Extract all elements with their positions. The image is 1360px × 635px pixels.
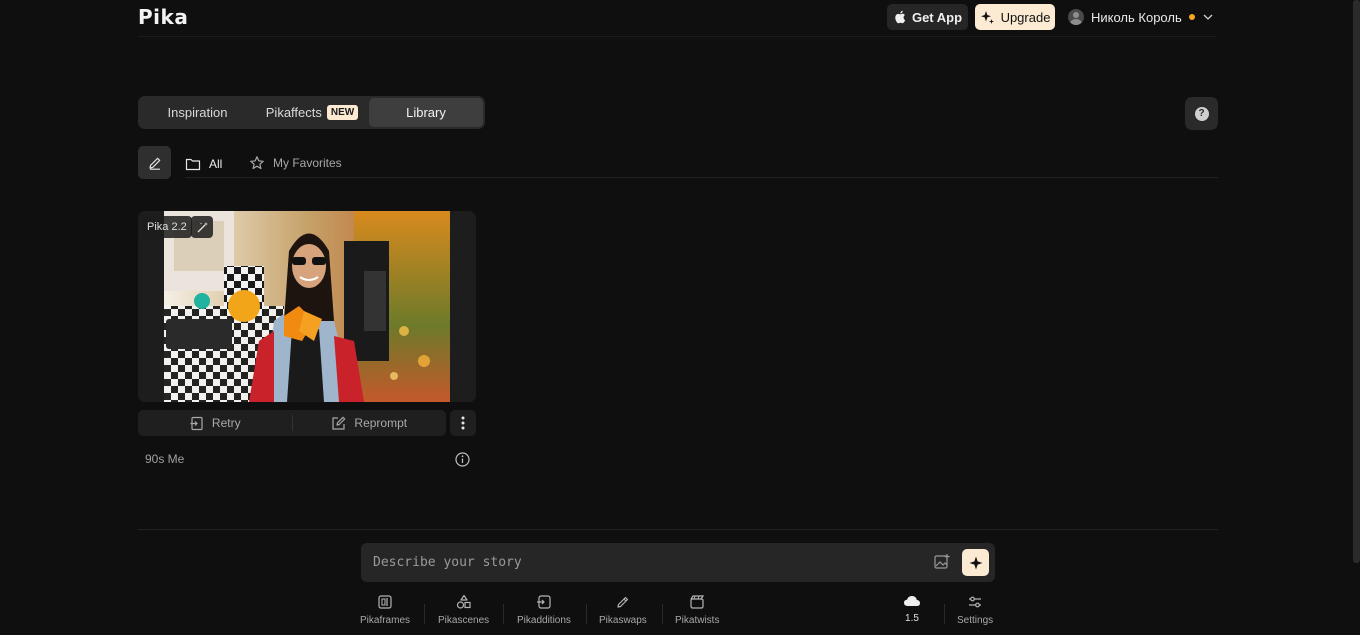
star-icon xyxy=(250,156,264,170)
tab-library[interactable]: Library xyxy=(369,98,483,127)
tool-divider xyxy=(503,604,504,624)
status-dot xyxy=(1188,14,1195,20)
tab-pikaffects[interactable]: Pikaffects NEW xyxy=(255,98,369,127)
tool-pikadditions[interactable]: Pikadditions xyxy=(517,594,571,626)
edit-button[interactable] xyxy=(138,146,171,179)
tool-label: Pikascenes xyxy=(438,615,490,626)
pika-logo[interactable]: Pika xyxy=(138,5,188,29)
tab-pikaffects-label: Pikaffects xyxy=(265,105,322,120)
tool-label: Pikaframes xyxy=(360,615,411,626)
prompt-input[interactable] xyxy=(373,543,913,582)
tool-pikatwists[interactable]: Pikatwists xyxy=(675,594,719,626)
magic-wand-icon xyxy=(197,221,208,232)
tool-pikaswaps[interactable]: Pikaswaps xyxy=(599,594,647,626)
reprompt-button[interactable]: Reprompt xyxy=(293,410,447,436)
model-version-selector[interactable]: 1.5 xyxy=(903,594,921,624)
retry-label: Retry xyxy=(211,416,241,430)
model-tag: Pika 2.2 xyxy=(142,216,192,238)
tool-label: Pikatwists xyxy=(675,615,720,626)
scrollbar[interactable] xyxy=(1353,0,1360,563)
cloud-icon xyxy=(904,596,920,606)
more-options-button[interactable] xyxy=(450,410,476,436)
twists-icon xyxy=(690,595,705,609)
help-button[interactable]: ? xyxy=(1185,97,1218,130)
filter-favorites-label: My Favorites xyxy=(273,156,342,170)
video-card[interactable]: Pika 2.2 xyxy=(138,211,476,402)
question-circle-icon: ? xyxy=(1194,106,1209,121)
pencil-icon xyxy=(148,157,160,170)
app-root: Pika Get App Upgrade Николь Король Inspi… xyxy=(0,0,1360,635)
reprompt-label: Reprompt xyxy=(354,416,408,430)
user-menu[interactable]: Николь Король xyxy=(1068,6,1214,28)
tool-pikaframes[interactable]: Pikaframes xyxy=(360,594,410,626)
tab-inspiration-label: Inspiration xyxy=(167,105,228,120)
tool-label: Pikaswaps xyxy=(599,615,647,626)
video-thumbnail[interactable] xyxy=(164,211,450,402)
tab-library-label: Library xyxy=(406,105,446,120)
model-version-label: 1.5 xyxy=(905,613,919,624)
scenes-icon xyxy=(456,594,471,609)
bottom-divider xyxy=(138,529,1218,530)
video-title: 90s Me xyxy=(145,452,185,466)
avatar xyxy=(1068,9,1084,25)
prompt-composer xyxy=(361,543,995,582)
filter-all-label: All xyxy=(209,156,223,171)
retry-button[interactable]: Retry xyxy=(138,410,292,436)
filter-favorites[interactable]: My Favorites xyxy=(249,150,342,176)
settings-label: Settings xyxy=(957,615,994,626)
main-tabs: Inspiration Pikaffects NEW Library xyxy=(138,96,485,129)
sparkle-icon xyxy=(969,556,982,569)
folder-icon xyxy=(185,158,201,170)
tool-divider xyxy=(424,604,425,624)
upgrade-label: Upgrade xyxy=(1000,9,1051,25)
kebab-menu-icon xyxy=(461,416,465,430)
apple-icon xyxy=(895,10,906,24)
filter-divider xyxy=(185,177,1218,178)
additions-icon xyxy=(536,595,551,609)
tab-inspiration[interactable]: Inspiration xyxy=(140,98,255,127)
add-image-icon[interactable] xyxy=(933,553,951,571)
tool-label: Pikadditions xyxy=(517,615,571,626)
generate-button[interactable] xyxy=(962,549,989,576)
frames-icon xyxy=(378,595,392,609)
filter-all[interactable]: All xyxy=(185,150,223,178)
card-action-bar: Retry Reprompt xyxy=(138,410,446,436)
top-bar: Pika Get App Upgrade Николь Король xyxy=(138,0,1217,37)
upgrade-button[interactable]: Upgrade xyxy=(975,4,1055,30)
get-app-button[interactable]: Get App xyxy=(887,4,968,30)
tool-divider xyxy=(662,604,663,624)
thumbnail-image xyxy=(164,211,450,402)
get-app-label: Get App xyxy=(911,9,963,25)
new-badge: NEW xyxy=(326,105,359,120)
tool-divider xyxy=(586,604,587,624)
edit-square-icon xyxy=(332,416,346,430)
tool-divider xyxy=(944,604,945,624)
tool-pikascenes[interactable]: Pikascenes xyxy=(438,594,489,626)
magic-wand-button[interactable] xyxy=(191,216,213,238)
sparkle-icon xyxy=(980,10,994,24)
settings-button[interactable]: Settings xyxy=(957,594,993,626)
sliders-icon xyxy=(969,596,982,608)
chevron-down-icon xyxy=(1203,14,1213,20)
user-name: Николь Король xyxy=(1091,9,1182,25)
info-icon[interactable] xyxy=(455,452,470,467)
swaps-icon xyxy=(617,596,629,608)
retry-icon xyxy=(190,416,203,430)
